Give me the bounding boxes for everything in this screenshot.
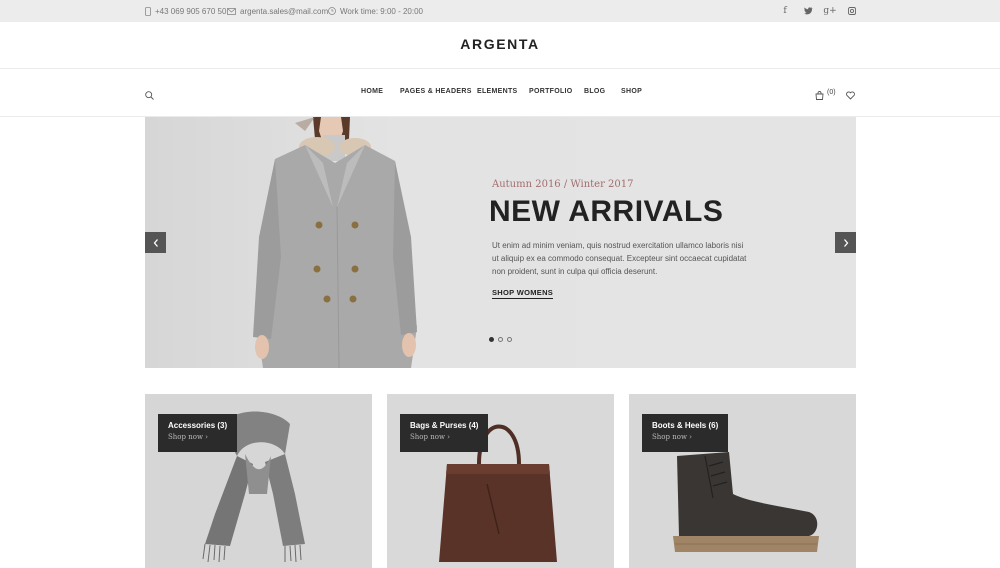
top-bar: +43 069 905 670 50 argenta.sales@mail.co… bbox=[0, 0, 1000, 22]
instagram-icon[interactable] bbox=[845, 0, 859, 22]
email-info: argenta.sales@mail.com bbox=[227, 0, 328, 22]
twitter-icon[interactable] bbox=[801, 0, 815, 22]
hero-slider: Autumn 2016 / Winter 2017 NEW ARRIVALS U… bbox=[145, 117, 856, 368]
site-logo[interactable]: ARGENTA bbox=[0, 36, 1000, 52]
search-icon[interactable] bbox=[145, 87, 154, 105]
phone-icon bbox=[145, 6, 151, 16]
facebook-icon[interactable]: f bbox=[778, 0, 792, 22]
category-title: Accessories (3) bbox=[168, 421, 228, 430]
nav-pages-headers[interactable]: PAGES & HEADERS bbox=[400, 88, 472, 95]
nav-blog[interactable]: BLOG bbox=[584, 88, 605, 95]
category-title: Bags & Purses (4) bbox=[410, 421, 479, 430]
category-bags-purses[interactable]: Bags & Purses (4) Shop now › bbox=[387, 394, 614, 568]
nav-shop[interactable]: SHOP bbox=[621, 88, 642, 95]
cart-count[interactable]: (0) bbox=[827, 89, 836, 96]
shop-now-link[interactable]: Shop now › bbox=[168, 433, 227, 441]
slider-prev-button[interactable] bbox=[145, 232, 166, 253]
logo-header: ARGENTA bbox=[0, 22, 1000, 69]
hero-description: Ut enim ad minim veniam, quis nostrud ex… bbox=[492, 241, 747, 276]
category-title: Boots & Heels (6) bbox=[652, 421, 719, 430]
chevron-right-icon bbox=[843, 238, 848, 247]
nav-elements[interactable]: ELEMENTS bbox=[477, 88, 518, 95]
model-coat-image bbox=[253, 117, 417, 368]
phone-info: +43 069 905 670 50 bbox=[145, 0, 226, 22]
main-navigation: HOME PAGES & HEADERS ELEMENTS PORTFOLIO … bbox=[0, 69, 1000, 117]
category-label[interactable]: Boots & Heels (6) Shop now › bbox=[642, 414, 729, 452]
heart-icon[interactable] bbox=[846, 87, 855, 105]
slider-dot-3[interactable] bbox=[507, 337, 512, 342]
hero-title: NEW ARRIVALS bbox=[489, 195, 724, 228]
shop-now-link[interactable]: Shop now › bbox=[652, 433, 718, 441]
cart-icon[interactable] bbox=[815, 87, 824, 105]
clock-icon bbox=[328, 7, 336, 15]
envelope-icon bbox=[227, 7, 236, 15]
phone-number: +43 069 905 670 50 bbox=[155, 6, 227, 16]
chevron-left-icon bbox=[153, 238, 158, 247]
category-boots-heels[interactable]: Boots & Heels (6) Shop now › bbox=[629, 394, 856, 568]
hero-subtitle: Autumn 2016 / Winter 2017 bbox=[492, 179, 634, 190]
slider-dot-1[interactable] bbox=[489, 337, 494, 342]
category-label[interactable]: Bags & Purses (4) Shop now › bbox=[400, 414, 489, 452]
slider-dot-2[interactable] bbox=[498, 337, 503, 342]
nav-portfolio[interactable]: PORTFOLIO bbox=[529, 88, 573, 95]
shop-now-link[interactable]: Shop now › bbox=[410, 433, 478, 441]
google-plus-icon[interactable]: g+ bbox=[823, 0, 837, 22]
slider-pagination bbox=[489, 337, 512, 342]
email-link[interactable]: argenta.sales@mail.com bbox=[240, 7, 328, 16]
nav-home[interactable]: HOME bbox=[361, 88, 383, 95]
category-accessories[interactable]: Accessories (3) Shop now › bbox=[145, 394, 372, 568]
shop-womens-link[interactable]: SHOP WOMENS bbox=[492, 288, 554, 299]
category-label[interactable]: Accessories (3) Shop now › bbox=[158, 414, 238, 452]
hours-info: Work time: 9:00 - 20:00 bbox=[328, 0, 423, 22]
work-hours: Work time: 9:00 - 20:00 bbox=[340, 6, 423, 16]
slider-next-button[interactable] bbox=[835, 232, 856, 253]
